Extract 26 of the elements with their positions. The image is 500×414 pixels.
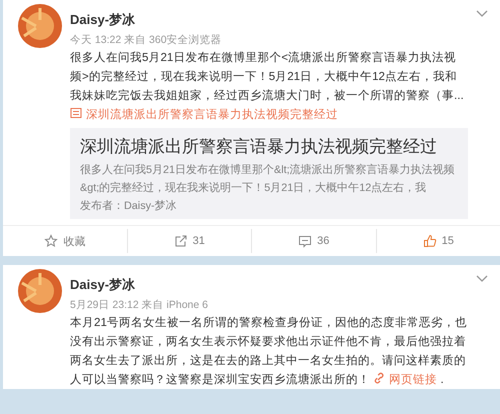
avatar (18, 269, 62, 313)
link-card-summary: 很多人在问我5月21日发布在微博里那个&lt;流塘派出所警察言语暴力执法视频&gt;的完整经过，现在我来说明一下！5月21日，大概中午12点左右，我 (80, 162, 456, 196)
post-meta: 今天 13:22 来自 360安全浏览器 (70, 33, 223, 47)
link-card-title: 深圳流塘派出所警察言语暴力执法视频完整经过 (80, 136, 438, 158)
link-card-publisher: 发布者：Daisy-梦冰 (80, 199, 178, 214)
chevron-down-icon (476, 10, 488, 18)
comment-icon (298, 234, 312, 248)
action-button[interactable]: 36 (251, 229, 376, 253)
post-text: 很多人在问我5月21日发布在微博里那个<流塘派出所警察言语暴力执法视频>的完整经过，现在我来说明一下！5月21日，大概中午12点左右，我和我妹妹吃完饭去我姐姐家，经过西乡流塘大门时，被一个所谓的警察（事... 深圳流塘派出所警察言语暴力执法视频完整经过 (70, 50, 465, 123)
share-icon (174, 234, 188, 248)
post-text: 本月21号两名女生被一名所谓的警察检查身份证，因他的态度非常恶劣，也没有出示警察证，两名女生表示怀疑要求他出示证件他不肯，最后他强拉着两名女生去了派出所，这是在去的路上其中一名女生拍的。请问这样素质的人可以当警察吗？这警察是深圳宝安西乡流塘派出所的！ 网页链接 . (70, 315, 468, 388)
article-icon (70, 107, 82, 119)
action-button[interactable]: 收藏 (3, 229, 126, 253)
post-link[interactable]: 网页链接 (373, 373, 438, 386)
star-icon (44, 234, 58, 248)
author-name[interactable]: Daisy-梦冰 (70, 276, 468, 294)
post-link[interactable]: 深圳流塘派出所警察言语暴力执法视频完整经过 (70, 108, 338, 121)
link-card[interactable]: 深圳流塘派出所警察言语暴力执法视频完整经过 很多人在问我5月21日发布在微博里那个&lt;流塘派出所警察言语暴力执法视频&gt;的完整经过，现在我来说明一下！5月21日，大概中午12点左右，我 发布者：Daisy-梦冰 (70, 128, 468, 219)
post-meta: 5月29日 23:12 来自 iPhone 6 (70, 298, 209, 312)
chevron-down-icon (476, 275, 488, 283)
thumbs-up-icon (422, 234, 437, 248)
link-icon (373, 372, 386, 384)
avatar (18, 4, 62, 48)
action-button[interactable]: 15 (376, 229, 500, 253)
author-name[interactable]: Daisy-梦冰 (70, 11, 468, 29)
action-button[interactable]: 31 (126, 229, 251, 253)
